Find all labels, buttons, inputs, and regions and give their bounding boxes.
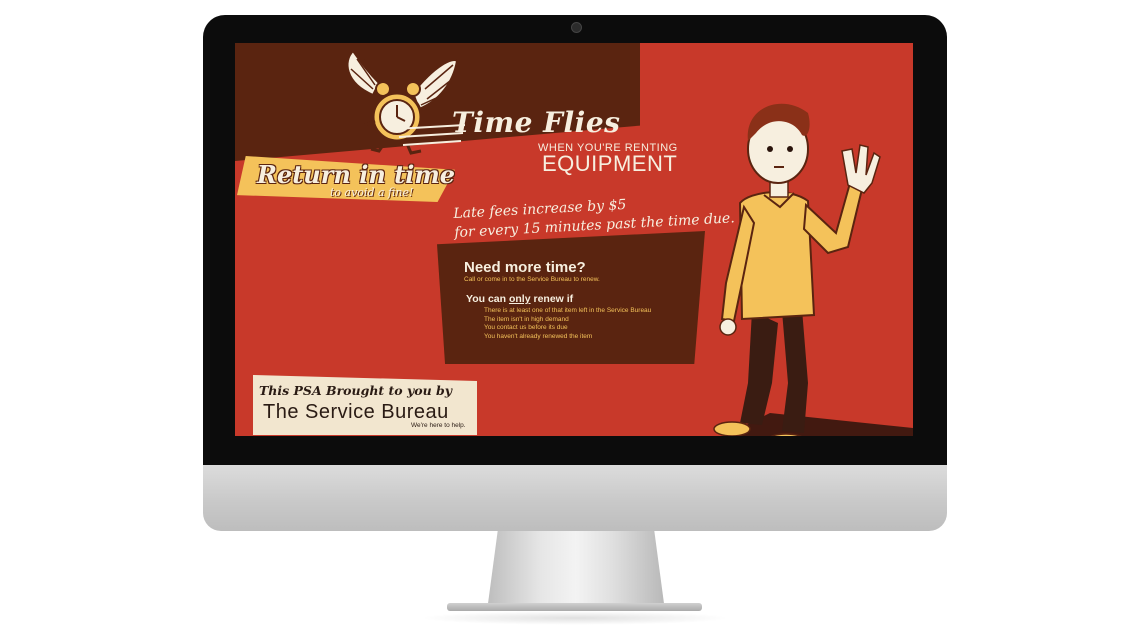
camera-icon — [571, 22, 582, 33]
need-more-time-subtext: Call or come in to the Service Bureau to… — [464, 276, 600, 283]
stand-shadow — [420, 611, 730, 625]
renew-head-emphasis: only — [508, 293, 531, 305]
need-more-time-heading: Need more time? — [464, 259, 586, 276]
psa-tagline: We're here to help. — [411, 422, 466, 429]
screen-poster: Time Flies WHEN YOU'RE RENTING EQUIPMENT… — [235, 43, 913, 436]
return-subtitle: to avoid a fine! — [330, 186, 414, 199]
poster-title: Time Flies — [452, 106, 621, 139]
renew-head-post: renew if — [530, 293, 574, 305]
renew-head-pre: You can — [466, 293, 509, 305]
renew-conditions-list: There is at least one of that item left … — [484, 307, 651, 341]
monitor-stand-neck — [487, 531, 665, 611]
list-item: You haven't already renewed the item — [484, 332, 593, 340]
poster-subtitle-big: EQUIPMENT — [542, 151, 678, 176]
list-item: You contact us before its due — [484, 324, 568, 332]
monitor-chin — [203, 465, 947, 531]
return-title: Return in time — [257, 160, 455, 189]
list-item: The item isn't in high demand — [484, 315, 569, 323]
waving-person-illustration — [713, 103, 913, 436]
list-item: There is at least one of that item left … — [484, 307, 652, 314]
monitor-stand-foot — [447, 603, 702, 611]
renew-conditions-heading: You can only renew if — [466, 293, 573, 305]
psa-line: This PSA Brought to you by — [259, 383, 453, 398]
psa-brand: The Service Bureau — [263, 401, 449, 423]
